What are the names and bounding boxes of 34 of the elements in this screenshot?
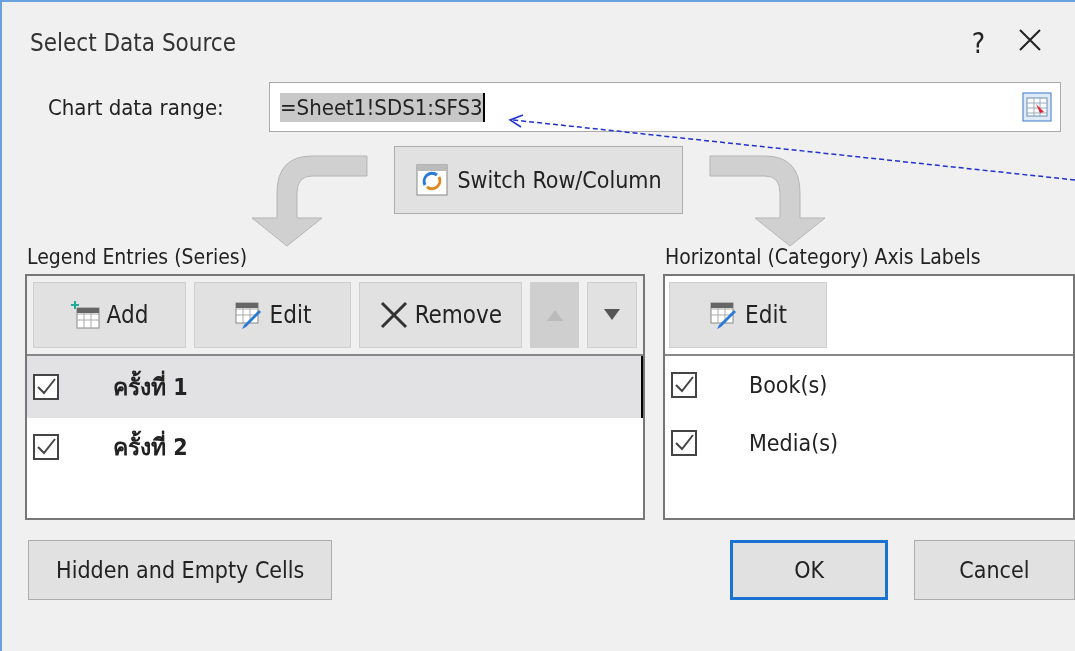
range-field[interactable]: =Sheet1!SDS1:SFS3 [269,82,1061,132]
edit-button[interactable]: Edit [669,282,827,348]
hidden-cells-button[interactable]: Hidden and Empty Cells [28,540,333,600]
item-label: Media(s) [749,430,839,456]
checkbox[interactable] [33,434,59,460]
cancel-button[interactable]: Cancel [913,540,1075,600]
remove-icon [378,300,409,330]
close-icon [1017,26,1043,53]
range-label: Chart data range: [48,94,225,120]
add-table-icon [70,300,101,330]
window-title: Select Data Source [30,29,237,57]
list-item[interactable]: ครั้งที่ 1 [27,356,643,418]
item-label: ครั้งที่ 1 [113,369,188,405]
down-triangle-icon [602,308,623,322]
section-heading: Legend Entries (Series) [26,244,249,271]
list-item[interactable]: Book(s) [665,356,1073,414]
switch-icon [415,163,450,197]
checkbox[interactable] [671,430,697,456]
section-heading: Horizontal (Category) Axis Labels [664,244,982,271]
remove-button[interactable]: Remove [358,282,522,348]
list-item[interactable]: Media(s) [665,414,1073,472]
add-button[interactable]: Add [33,282,186,348]
checkbox[interactable] [671,372,697,398]
ok-button[interactable]: OK [730,540,888,600]
help-button[interactable]: ? [959,26,997,60]
down-button[interactable] [587,282,637,348]
list-item[interactable]: ครั้งที่ 2 [27,418,643,476]
switch-row-column-button[interactable]: Switch Row/Column [394,146,683,214]
collapse-dialog-icon[interactable] [1022,92,1052,122]
edit-table-icon [233,300,264,330]
item-label: ครั้งที่ 2 [113,429,188,465]
edit-button[interactable]: Edit [194,282,351,348]
checkbox[interactable] [33,374,59,400]
item-label: Book(s) [749,372,828,398]
